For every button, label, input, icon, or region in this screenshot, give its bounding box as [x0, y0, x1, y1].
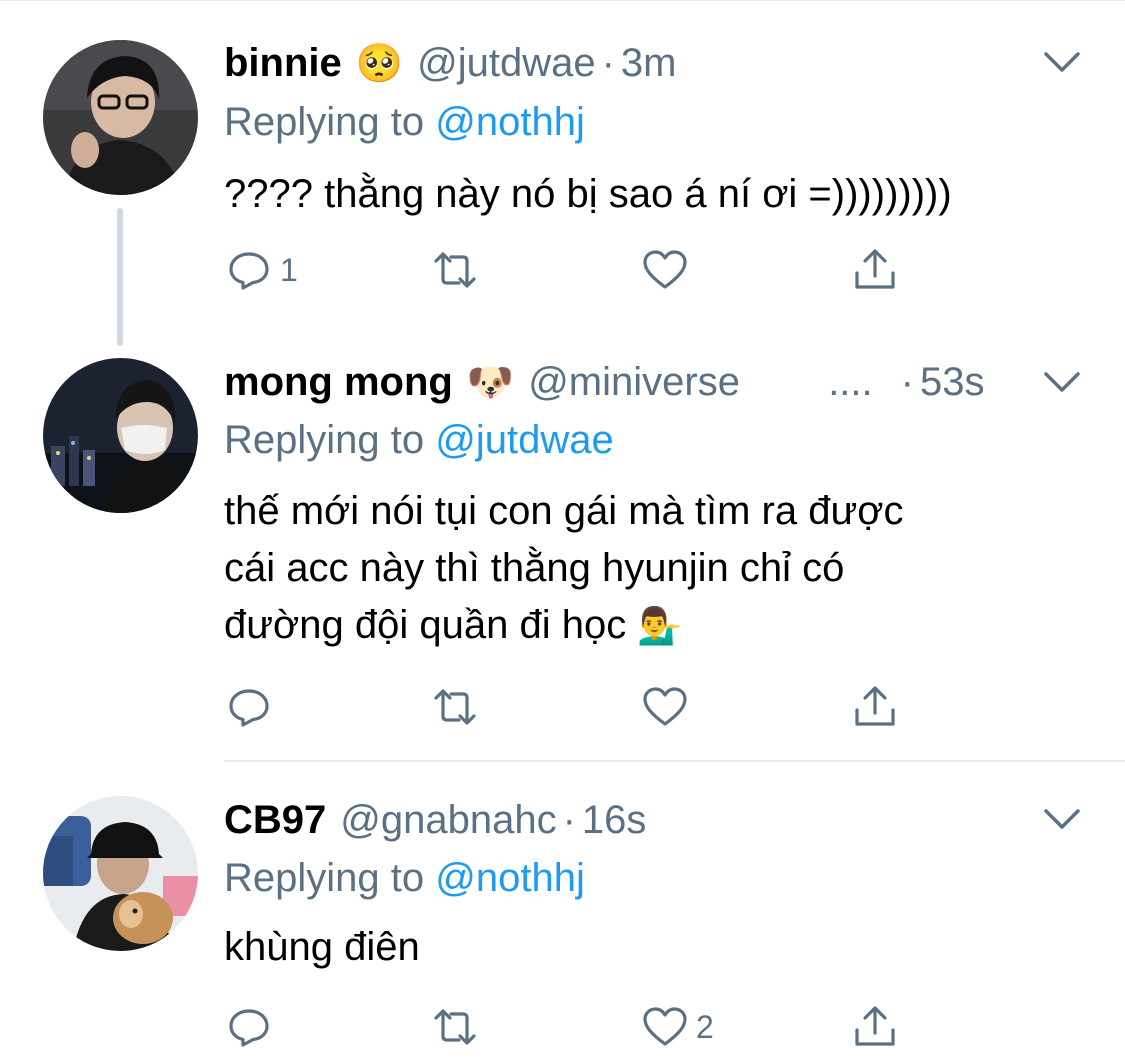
reply-icon — [229, 689, 269, 727]
reply-button[interactable]: 1 — [224, 245, 298, 295]
replying-to-label: Replying to — [224, 418, 425, 462]
handle[interactable]: @jutdwae — [417, 41, 595, 86]
like-button[interactable] — [640, 245, 696, 295]
separator-dot: · — [562, 797, 576, 842]
retweet-button[interactable] — [430, 245, 480, 295]
reply-button[interactable] — [224, 1002, 280, 1052]
tweet-text-line: cái acc này thì thằng hyunjin chỉ có — [224, 546, 845, 590]
retweet-button[interactable] — [430, 682, 480, 732]
heart-icon — [643, 687, 687, 726]
reply-icon — [229, 1009, 269, 1047]
tweet[interactable]: mong mong 🐶 @miniverse.... · 53s Replyin… — [0, 340, 1125, 760]
share-button[interactable] — [850, 682, 900, 732]
tweet[interactable]: binnie 🥺 @jutdwae · 3m Replying to @noth… — [0, 0, 1125, 346]
like-button[interactable] — [640, 682, 696, 732]
tweet-text-line: đường đội quần đi học — [224, 603, 627, 647]
tweet[interactable]: CB97 @gnabnahc · 16s Replying to @nothhj… — [0, 762, 1125, 1062]
handle[interactable]: @gnabnahc — [340, 798, 556, 843]
retweet-button[interactable] — [430, 1002, 480, 1052]
tweet-actions — [224, 682, 924, 732]
chevron-down-icon[interactable] — [1042, 48, 1082, 78]
replying-to-label: Replying to — [224, 100, 425, 144]
replying-to: Replying to @nothhj — [224, 856, 585, 901]
avatar[interactable] — [43, 358, 198, 513]
share-icon — [855, 249, 895, 289]
replying-to: Replying to @nothhj — [224, 100, 585, 145]
heart-icon — [643, 250, 687, 289]
tweet-text-line: khùng điên — [224, 925, 420, 969]
reply-mention-link[interactable]: @jutdwae — [435, 418, 613, 462]
retweet-icon — [434, 689, 476, 725]
thread-line — [117, 208, 123, 346]
handle[interactable]: @miniverse — [528, 360, 828, 405]
separator-dot: · — [900, 359, 914, 404]
tweet-emoji: 💁‍♂️ — [637, 606, 683, 647]
replying-to-label: Replying to — [224, 856, 425, 900]
share-button[interactable] — [850, 1002, 900, 1052]
tweet-header: mong mong 🐶 @miniverse.... · 53s — [224, 352, 984, 412]
display-name[interactable]: CB97 — [224, 798, 326, 843]
display-name[interactable]: mong mong — [224, 360, 453, 405]
avatar[interactable] — [43, 40, 198, 195]
display-name[interactable]: binnie — [224, 41, 342, 86]
tweet-text-line: ???? thằng này nó bị sao á ní ơi =))))))… — [224, 172, 952, 216]
share-icon — [855, 686, 895, 726]
tweet-text: ???? thằng này nó bị sao á ní ơi =))))))… — [224, 166, 952, 223]
name-emoji: 🐶 — [466, 359, 515, 404]
heart-icon — [643, 1007, 687, 1046]
reply-button[interactable] — [224, 682, 280, 732]
tweet-text: khùng điên — [224, 919, 420, 976]
handle-ellipsis: .... — [828, 359, 873, 404]
chevron-down-icon[interactable] — [1042, 368, 1082, 398]
reply-mention-link[interactable]: @nothhj — [435, 100, 585, 144]
replying-to: Replying to @jutdwae — [224, 418, 614, 463]
chevron-down-icon[interactable] — [1042, 805, 1082, 835]
tweet-header: CB97 @gnabnahc · 16s — [224, 790, 646, 850]
like-count: 2 — [696, 1008, 714, 1045]
retweet-icon — [434, 252, 476, 288]
tweet-text: thế mới nói tụi con gái mà tìm ra được c… — [224, 483, 904, 655]
tweet-actions: 2 — [224, 1002, 924, 1052]
like-button[interactable]: 2 — [640, 1002, 714, 1052]
timestamp[interactable]: 3m — [621, 41, 677, 86]
reply-icon — [229, 252, 269, 290]
reply-count: 1 — [280, 251, 298, 288]
tweet-text-line: thế mới nói tụi con gái mà tìm ra được — [224, 489, 904, 533]
tweet-actions: 1 — [224, 245, 924, 295]
tweet-header: binnie 🥺 @jutdwae · 3m — [224, 33, 677, 93]
reply-mention-link[interactable]: @nothhj — [435, 856, 585, 900]
share-icon — [855, 1006, 895, 1046]
separator-dot: · — [601, 40, 615, 85]
share-button[interactable] — [850, 245, 900, 295]
retweet-icon — [434, 1009, 476, 1045]
timestamp[interactable]: 53s — [920, 360, 985, 405]
avatar[interactable] — [43, 796, 198, 951]
timestamp[interactable]: 16s — [582, 798, 647, 843]
name-emoji: 🥺 — [355, 40, 404, 85]
